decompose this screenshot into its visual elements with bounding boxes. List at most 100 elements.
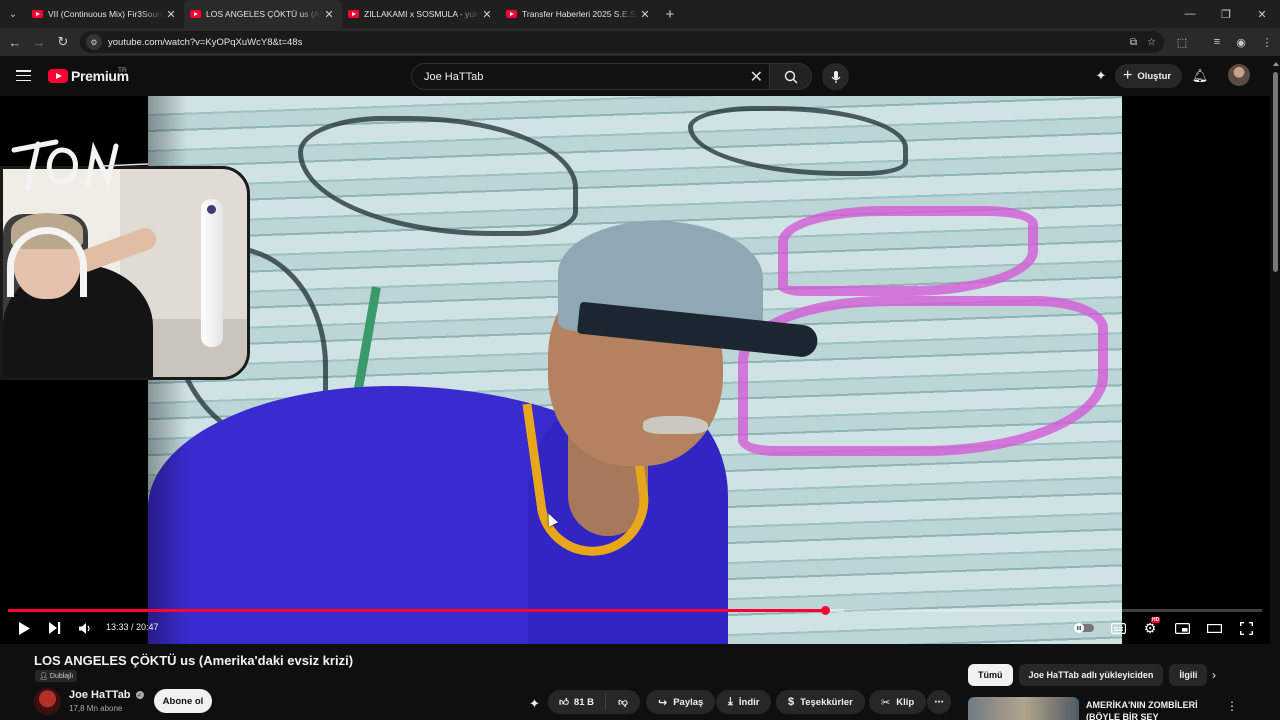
theater-mode-button[interactable]	[1204, 618, 1224, 638]
tab-close-icon[interactable]: ✕	[480, 8, 494, 21]
new-tab-plus-icon[interactable]: +	[658, 6, 682, 23]
thumbs-down-icon: 👎︎	[618, 697, 628, 708]
quality-badge: HD	[1151, 616, 1161, 623]
minimize-icon[interactable]: —	[1172, 0, 1208, 28]
related-filter-chips: Tümü Joe HaTTab adlı yükleyiciden İlgili	[968, 664, 1208, 686]
youtube-premium-logo[interactable]: Premium	[48, 68, 129, 84]
dislike-button[interactable]: 👎︎	[606, 696, 640, 708]
media-icon[interactable]: ≡	[1206, 28, 1228, 56]
back-icon[interactable]: ←	[3, 28, 27, 56]
download-button[interactable]: ⤓ İndir	[716, 690, 772, 714]
page-scrollbar[interactable]	[1271, 62, 1280, 720]
fullscreen-button[interactable]	[1236, 618, 1256, 638]
play-button[interactable]	[14, 618, 34, 638]
miniplayer-button[interactable]	[1172, 618, 1192, 638]
profile-icon[interactable]: ◉	[1230, 28, 1252, 56]
browser-tab[interactable]: ZILLAKAMI x SOSMULA - yukk ✕	[342, 0, 500, 28]
thanks-label: Teşekkürler	[800, 696, 853, 708]
scroll-up-arrow-icon[interactable]	[1273, 62, 1279, 66]
streamer-logo-watermark	[11, 139, 149, 191]
tab-close-icon[interactable]: ✕	[164, 8, 178, 21]
menu-icon[interactable]: ⋮	[1256, 28, 1278, 56]
tab-close-icon[interactable]: ✕	[322, 8, 336, 21]
channel-name[interactable]: Joe HaTTab	[69, 689, 131, 701]
thanks-button[interactable]: $ Teşekkürler	[776, 690, 865, 714]
chip-from-uploader[interactable]: Joe HaTTab adlı yükleyiciden	[1018, 664, 1164, 686]
autoplay-toggle-icon	[1074, 623, 1094, 633]
played-bar	[8, 609, 826, 612]
create-label: Oluştur	[1137, 70, 1172, 82]
search-value[interactable]: Joe HaTTab	[424, 71, 483, 83]
window-close-icon[interactable]: ✕	[1244, 0, 1280, 28]
channel-avatar[interactable]	[34, 688, 61, 715]
voice-search-button[interactable]	[822, 63, 849, 90]
ai-sparkle-icon[interactable]: ✦	[1091, 66, 1111, 86]
reload-icon[interactable]: ↻	[51, 28, 75, 56]
recommended-video-thumbnail[interactable]	[968, 697, 1079, 720]
chip-related[interactable]: İlgili	[1169, 664, 1208, 686]
plus-icon: +	[1123, 67, 1133, 84]
url-text[interactable]: youtube.com/watch?v=KyOPqXuWcY8&t=48s	[108, 37, 302, 48]
youtube-header: Premium TR Joe HaTTab ✕ ✦ + Oluştur 🔔︎	[0, 56, 1280, 96]
forward-icon[interactable]: →	[27, 28, 51, 56]
more-actions-button[interactable]: ⋯	[927, 690, 951, 714]
browser-tab[interactable]: VII (Continuous Mix) Fir3Sound ✕	[26, 0, 184, 28]
settings-button[interactable]: ⚙ HD	[1140, 616, 1161, 638]
account-avatar[interactable]	[1228, 64, 1250, 86]
webcam-room	[0, 166, 250, 380]
clear-search-icon[interactable]: ✕	[750, 67, 763, 87]
address-bar-row: ← → ↻ ⚙ youtube.com/watch?v=KyOPqXuWcY8&…	[0, 28, 1280, 56]
omnibox[interactable]: ⚙ youtube.com/watch?v=KyOPqXuWcY8&t=48s …	[80, 31, 1164, 53]
restore-icon[interactable]: ❐	[1208, 0, 1244, 28]
chips-next-chevron-icon[interactable]: ›	[1212, 668, 1216, 682]
youtube-favicon-icon	[348, 10, 359, 18]
site-info-icon[interactable]: ⚙	[86, 34, 102, 50]
extensions-icon[interactable]: ⬚	[1171, 28, 1193, 56]
search-input[interactable]: Joe HaTTab ✕	[411, 63, 770, 90]
more-horizontal-icon: ⋯	[934, 696, 944, 708]
notifications-bell-icon[interactable]: 🔔︎	[1190, 66, 1210, 86]
fullscreen-icon	[1239, 621, 1253, 635]
miniplayer-icon	[1174, 622, 1190, 634]
browser-tab-active[interactable]: LOS ANGELES ÇÖKTÜ us (Amer ✕	[184, 0, 342, 28]
scrollbar-thumb[interactable]	[1273, 72, 1278, 272]
youtube-favicon-icon	[32, 10, 43, 18]
tab-title: VII (Continuous Mix) Fir3Sound	[48, 9, 164, 19]
install-icon[interactable]: ⧉	[1130, 37, 1137, 48]
clip-button[interactable]: ✂ Klip	[869, 690, 927, 714]
like-button[interactable]: 👍︎ 81 B	[548, 694, 606, 710]
graffiti-mark	[738, 296, 1108, 456]
hamburger-menu-icon[interactable]	[16, 70, 31, 82]
youtube-favicon-icon	[506, 10, 517, 18]
tab-close-icon[interactable]: ✕	[638, 8, 652, 21]
ask-ai-button[interactable]: ✦	[529, 695, 540, 713]
video-player[interactable]: 13:33 / 20:47 ⚙ HD	[0, 96, 1270, 644]
country-code: TR	[118, 67, 127, 74]
subscribe-button[interactable]: Abone ol	[154, 689, 212, 713]
autoplay-toggle[interactable]	[1073, 618, 1095, 638]
tab-title: LOS ANGELES ÇÖKTÜ us (Amer	[206, 9, 322, 19]
tab-search-chevron-icon[interactable]: ⌄	[0, 0, 26, 28]
subscriber-count: 17,8 Mn abone	[69, 704, 123, 713]
browser-tab[interactable]: Transfer Haberleri 2025 S.E.S.K. ✕	[500, 0, 658, 28]
tab-title: ZILLAKAMI x SOSMULA - yukk	[364, 9, 480, 19]
settings-gear-icon: ⚙ HD	[1143, 616, 1161, 636]
graffiti-mark	[778, 206, 1038, 296]
next-button[interactable]	[45, 618, 65, 638]
channel-name-link[interactable]: Joe HaTTab ✓	[69, 689, 144, 701]
subtitles-button[interactable]	[1108, 618, 1128, 638]
search-button[interactable]	[770, 63, 812, 90]
recommended-more-icon[interactable]: ⋮	[1226, 699, 1238, 713]
chip-all[interactable]: Tümü	[968, 664, 1013, 686]
volume-button[interactable]	[76, 618, 94, 638]
dubbed-badge: 👤︎ Dublajlı	[35, 670, 78, 682]
video-frame[interactable]	[148, 96, 1122, 644]
window-controls: — ❐ ✕	[1172, 0, 1280, 28]
create-button[interactable]: + Oluştur	[1115, 64, 1183, 88]
recommended-video-title[interactable]: AMERİKA'NIN ZOMBİLERİ (BÖYLE BİR ŞEY	[1086, 699, 1216, 720]
progress-bar[interactable]	[8, 606, 1262, 615]
video-subject-mustache	[643, 416, 708, 434]
share-button[interactable]: ↪ Paylaş	[646, 690, 716, 714]
bookmark-star-icon[interactable]: ☆	[1147, 37, 1156, 48]
share-label: Paylaş	[673, 696, 704, 708]
